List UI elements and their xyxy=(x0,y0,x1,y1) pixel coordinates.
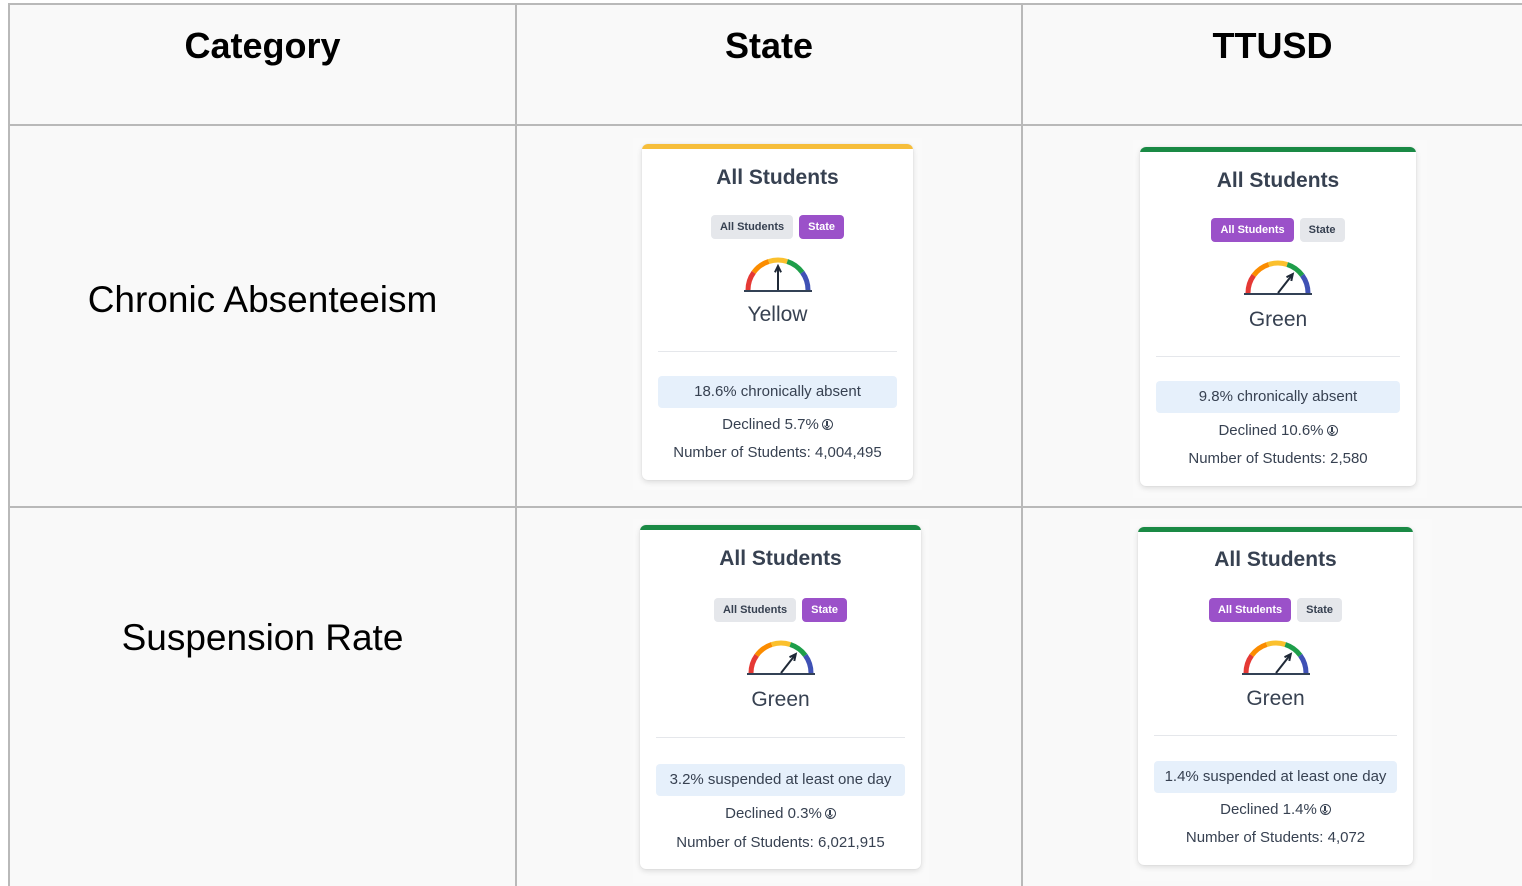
change-line: Declined 1.4% xyxy=(1138,801,1413,818)
metric-badge: 18.6% chronically absent xyxy=(658,376,897,408)
arrow-down-circle-icon xyxy=(1319,804,1331,815)
category-cell-bg xyxy=(10,508,515,886)
status-label: Green xyxy=(751,688,810,711)
card-divider xyxy=(1154,735,1397,736)
metric-badge: 3.2% suspended at least one day xyxy=(656,764,905,796)
table-border xyxy=(8,506,1522,508)
toggle-all-students[interactable]: All Students xyxy=(1208,598,1292,622)
arrow-down-circle-icon xyxy=(824,808,836,819)
gauge-segment xyxy=(788,642,807,657)
toggle-group: All Students State xyxy=(1140,218,1416,242)
dashboard-card: All Students All Students State Green 9.… xyxy=(1140,147,1416,486)
card-color-bar xyxy=(642,144,913,149)
gauge-icon xyxy=(1244,260,1312,295)
metric-badge: 9.8% chronically absent xyxy=(1156,381,1400,413)
dashboard-card: All Students All Students State Yellow 1… xyxy=(642,144,913,480)
gauge-needle xyxy=(1277,273,1294,294)
metric-badge: 1.4% suspended at least one day xyxy=(1154,761,1397,793)
status-label: Green xyxy=(1248,308,1308,331)
gauge-segment xyxy=(767,257,788,264)
arrow-down-circle-icon xyxy=(821,419,833,430)
gauge-icon xyxy=(746,640,815,675)
change-text: Declined 10.6% xyxy=(1218,422,1324,439)
gauge-segment xyxy=(1283,642,1302,657)
gauge-segment xyxy=(802,653,813,674)
gauge-segment xyxy=(770,640,791,647)
header-category: Category xyxy=(184,25,341,66)
status-label: Yellow xyxy=(747,303,808,326)
student-count: Number of Students: 2,580 xyxy=(1188,450,1368,467)
arrow-down-circle-icon xyxy=(1326,425,1338,436)
gauge-segment xyxy=(1297,653,1308,674)
gauge-icon xyxy=(743,257,812,292)
toggle-all-students[interactable]: All Students xyxy=(713,598,797,622)
toggle-state[interactable]: State xyxy=(1299,218,1345,242)
gauge-segment xyxy=(1286,262,1305,277)
header-district: TTUSD xyxy=(1212,25,1333,66)
toggle-state[interactable]: State xyxy=(1297,598,1343,622)
header-state: State xyxy=(724,25,814,66)
toggle-group: All Students State xyxy=(640,598,921,622)
change-line: Declined 10.6% xyxy=(1140,422,1416,439)
card-divider xyxy=(1156,356,1400,357)
gauge-segment xyxy=(1265,640,1286,647)
table-border xyxy=(8,3,1522,5)
card-color-bar xyxy=(1138,527,1413,532)
change-text: Declined 1.4% xyxy=(1220,801,1317,818)
gauge-segment xyxy=(799,270,810,291)
category-chronic-absenteeism: Chronic Absenteeism xyxy=(87,279,438,320)
toggle-all-students[interactable]: All Students xyxy=(710,215,794,239)
toggle-all-students[interactable]: All Students xyxy=(1211,218,1294,242)
dashboard-card: All Students All Students State Green 1.… xyxy=(1138,527,1413,865)
card-title: All Students xyxy=(1216,169,1340,192)
category-suspension-rate: Suspension Rate xyxy=(121,617,404,658)
gauge-segment xyxy=(1249,642,1268,657)
card-divider xyxy=(658,351,897,352)
gauge-needle xyxy=(779,653,797,674)
dashboard-card: All Students All Students State Green 3.… xyxy=(640,525,921,869)
gauge-segment xyxy=(1243,653,1254,674)
table-border xyxy=(8,124,1522,126)
gauge-segment xyxy=(748,653,759,674)
card-title: All Students xyxy=(716,166,839,189)
change-line: Declined 5.7% xyxy=(642,416,913,433)
card-divider xyxy=(656,737,905,738)
gauge-segment xyxy=(1267,260,1289,267)
student-count: Number of Students: 4,072 xyxy=(1185,829,1366,846)
card-color-bar xyxy=(640,525,921,530)
gauge-segment xyxy=(785,259,804,274)
change-text: Declined 5.7% xyxy=(722,416,819,433)
gauge-segment xyxy=(1300,273,1311,294)
card-title: All Students xyxy=(719,547,842,570)
gauge-segment xyxy=(1251,262,1270,277)
toggle-state[interactable]: State xyxy=(802,598,848,622)
toggle-state[interactable]: State xyxy=(799,215,845,239)
student-count: Number of Students: 6,021,915 xyxy=(676,834,885,851)
gauge-icon xyxy=(1241,640,1310,675)
gauge-segment xyxy=(754,642,773,657)
gauge-segment xyxy=(1245,273,1256,294)
card-color-bar xyxy=(1140,147,1416,152)
gauge-needle xyxy=(1274,653,1292,674)
gauge-segment xyxy=(751,259,770,274)
table-border xyxy=(515,3,517,886)
card-title: All Students xyxy=(1214,548,1337,571)
status-label: Green xyxy=(1246,687,1305,710)
table-border xyxy=(8,3,10,886)
gauge-segment xyxy=(745,270,756,291)
change-text: Declined 0.3% xyxy=(725,805,822,822)
toggle-group: All Students State xyxy=(1138,598,1413,622)
table-border xyxy=(1021,3,1023,886)
student-count: Number of Students: 4,004,495 xyxy=(673,444,882,461)
toggle-group: All Students State xyxy=(642,215,913,239)
change-line: Declined 0.3% xyxy=(640,805,921,822)
